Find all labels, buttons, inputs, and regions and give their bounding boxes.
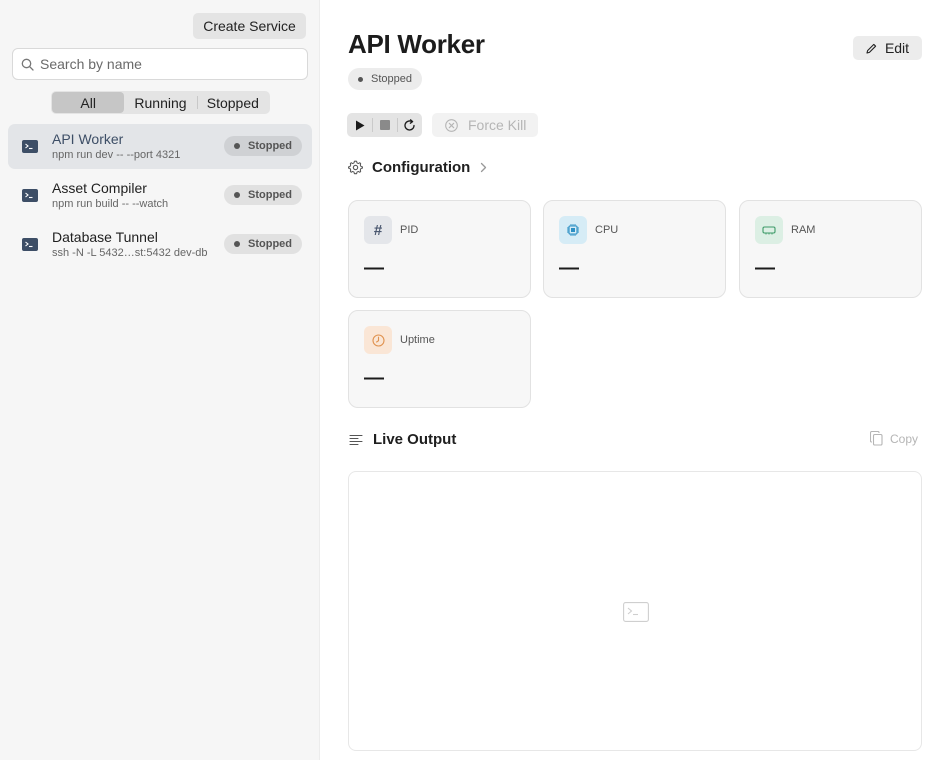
service-name: Asset Compiler [52,180,147,196]
section-title: Configuration [372,159,471,176]
service-item-asset-compiler[interactable]: Asset Compiler npm run build -- --watch … [8,173,312,218]
section-title: Live Output [373,431,457,448]
stat-card-cpu: CPU — [543,200,726,298]
memory-icon [755,216,783,244]
cpu-icon [559,216,587,244]
copy-button[interactable]: Copy [870,431,918,446]
status-badge: Stopped [224,136,302,156]
stat-value: — [364,257,384,279]
filter-stopped[interactable]: Stopped [196,92,269,113]
stop-icon [379,120,390,130]
sidebar: Create Service All Running Stopped API W… [0,0,320,760]
service-name: Database Tunnel [52,229,158,245]
live-output-header: Live Output [349,431,456,448]
configuration-section-toggle[interactable]: Configuration [348,159,487,176]
stat-value: — [755,257,775,279]
play-icon [355,120,364,130]
service-command: npm run dev -- --port 4321 [52,149,181,161]
stop-button[interactable] [372,113,397,137]
service-command: ssh -N -L 5432…st:5432 dev-db [52,247,208,259]
search-box[interactable] [12,48,308,80]
terminal-icon [22,238,38,251]
status-badge: Stopped [224,185,302,205]
stat-value: — [364,367,384,389]
restart-button[interactable] [397,113,422,137]
filter-all[interactable]: All [52,92,125,113]
pencil-icon [866,43,877,54]
stat-card-pid: # PID — [348,200,531,298]
search-input[interactable] [40,56,290,72]
page-title: API Worker [348,29,485,59]
stat-card-uptime: Uptime — [348,310,531,408]
stat-label: PID [400,224,419,236]
service-item-database-tunnel[interactable]: Database Tunnel ssh -N -L 5432…st:5432 d… [8,222,312,267]
status-badge: Stopped [224,234,302,254]
stat-value: — [559,257,579,279]
create-service-button[interactable]: Create Service [193,13,306,39]
chevron-right-icon [481,162,487,173]
filter-running[interactable]: Running [124,92,196,113]
text-lines-icon [349,434,363,445]
stat-label: RAM [791,224,816,236]
start-button[interactable] [347,113,372,137]
search-icon [21,58,34,71]
terminal-icon [22,189,38,202]
service-item-api-worker[interactable]: API Worker npm run dev -- --port 4321 St… [8,124,312,169]
terminal-icon [22,140,38,153]
status-badge: Stopped [348,68,422,90]
stat-label: CPU [595,224,619,236]
service-detail: API Worker Edit Stopped Force Kill Confi… [320,0,950,760]
restart-icon [404,118,415,131]
clock-icon [364,326,392,354]
service-command: npm run build -- --watch [52,198,169,210]
hash-icon: # [364,216,392,244]
terminal-icon [623,602,649,622]
gear-icon [348,160,363,175]
process-controls [347,113,422,137]
copy-icon [870,431,883,446]
service-name: API Worker [52,131,124,147]
force-kill-button[interactable]: Force Kill [432,113,538,137]
stat-label: Uptime [400,334,435,346]
x-circle-icon [445,118,458,132]
status-filter: All Running Stopped [51,91,270,114]
live-output-area[interactable] [348,471,922,751]
stat-card-ram: RAM — [739,200,922,298]
edit-button[interactable]: Edit [853,36,922,60]
service-list: API Worker npm run dev -- --port 4321 St… [8,124,312,271]
